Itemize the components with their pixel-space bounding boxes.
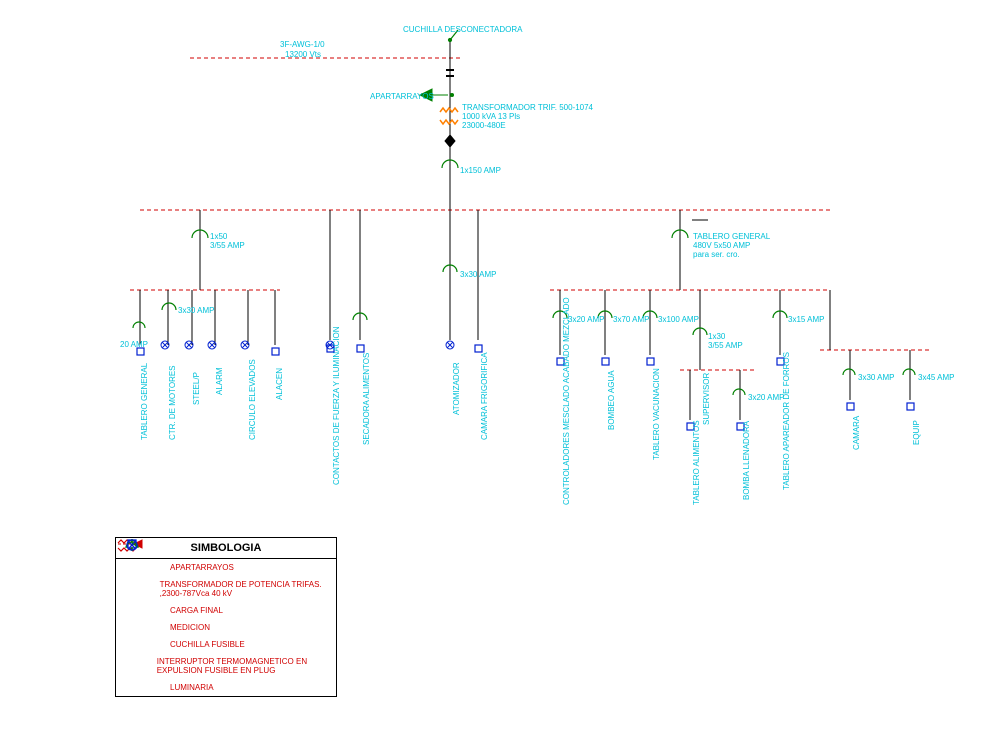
legend-row-4: CUCHILLA FUSIBLE — [116, 636, 336, 653]
legend-row-3: MEDICION — [116, 619, 336, 636]
legend-label-0: APARTARRAYOS — [170, 563, 234, 572]
label-cuchilla: CUCHILLA DESCONECTADORA — [403, 25, 522, 34]
label-b3-top: 3x30 AMP — [460, 270, 496, 279]
label-b1-leaf-0: 20 AMP — [120, 340, 148, 349]
label-b2-name-1: SECADORA ALIMENTOS — [362, 353, 371, 445]
legend-box: SIMBOLOGIA APARTARRAYOS TRANSFORMADOR DE… — [115, 537, 337, 697]
label-b4-l2n-1: BOMBA LLENADORA — [742, 421, 751, 500]
label-trans-1: TRANSFORMADOR TRIF. 500-1074 — [462, 103, 593, 112]
label-trans-3: 23000-480E — [462, 121, 506, 130]
label-b4-r-0: 3x30 AMP — [858, 373, 894, 382]
legend-label-2: CARGA FINAL — [170, 606, 223, 615]
label-b1-name-3: ALARM — [215, 367, 224, 395]
label-b1-name-2: STEEL/P — [192, 372, 201, 405]
label-trans-2: 1000 kVA 13 Pls — [462, 112, 520, 121]
label-b4-l1-1: 3x70 AMP — [613, 315, 649, 324]
label-b4-l1-4: 3x15 AMP — [788, 315, 824, 324]
label-b4-n-1: BOMBEO AGUA — [607, 370, 616, 430]
label-b3-name-0: ATOMIZADOR — [452, 362, 461, 415]
legend-label-3: MEDICION — [170, 623, 210, 632]
label-acometida-2: 13200 Vts — [285, 50, 321, 59]
legend-row-1: TRANSFORMADOR DE POTENCIA TRIFAS. ,2300-… — [116, 576, 336, 602]
label-b4-n-5: TABLERO APAREADOR DE FORROS — [782, 352, 791, 490]
label-b1-name-0: TABLERO GENERAL — [140, 363, 149, 440]
label-b4-r-1: 3x45 AMP — [918, 373, 954, 382]
legend-label-6: LUMINARIA — [170, 683, 214, 692]
label-b1-sub: 3x30 AMP — [178, 306, 214, 315]
label-acometida-1: 3F-AWG-1/0 — [280, 40, 325, 49]
legend-row-0: APARTARRAYOS — [116, 559, 336, 576]
legend-label-5: INTERRUPTOR TERMOMAGNETICO EN EXPULSION … — [157, 657, 328, 675]
legend-row-2: CARGA FINAL — [116, 602, 336, 619]
label-b2-name-0: CONTACTOS DE FUERZA Y ILUMINACION — [332, 326, 341, 485]
label-main-amp: 1x150 AMP — [460, 166, 501, 175]
legend-row-5: INTERRUPTOR TERMOMAGNETICO EN EXPULSION … — [116, 653, 336, 679]
label-b4-n-2: TABLERO VACUNACION — [652, 368, 661, 460]
legend-row-6: LUMINARIA — [116, 679, 336, 696]
label-apart: APARTARRAYOS — [370, 92, 434, 101]
label-b4-l2-1: 3x20 AMP — [748, 393, 784, 402]
label-b1-top: 1x50 3/55 AMP — [210, 232, 245, 250]
label-b4-l1-0: 3x20 AMP — [568, 315, 604, 324]
label-b4-l1-2: 3x100 AMP — [658, 315, 699, 324]
legend-label-4: CUCHILLA FUSIBLE — [170, 640, 245, 649]
label-b1-name-1: CTR. DE MOTORES — [168, 365, 177, 440]
label-b4-n-3: SUPERVISOR — [702, 373, 711, 425]
label-b4-rn-0: CAMARA — [852, 416, 861, 450]
label-b1-name-4: CIRCULO ELEVADOS — [248, 359, 257, 440]
label-b1-name-5: ALACEN — [275, 368, 284, 400]
label-b4-l2n-0: TABLERO ALIMENTOS — [692, 420, 701, 505]
label-b4-rn-1: EQUIP — [912, 420, 921, 445]
legend-label-1: TRANSFORMADOR DE POTENCIA TRIFAS. ,2300-… — [160, 580, 328, 598]
label-b4-mid: 1x30 3/55 AMP — [708, 332, 743, 350]
label-b4-top: TABLERO GENERAL 480V 5x50 AMP para ser. … — [693, 232, 770, 259]
label-b4-n-0: CONTROLADORES MESCLADO ACABADO MEZCLADO — [562, 297, 571, 505]
label-b3-name-1: CAMARA FRIGORIFICA — [480, 352, 489, 440]
